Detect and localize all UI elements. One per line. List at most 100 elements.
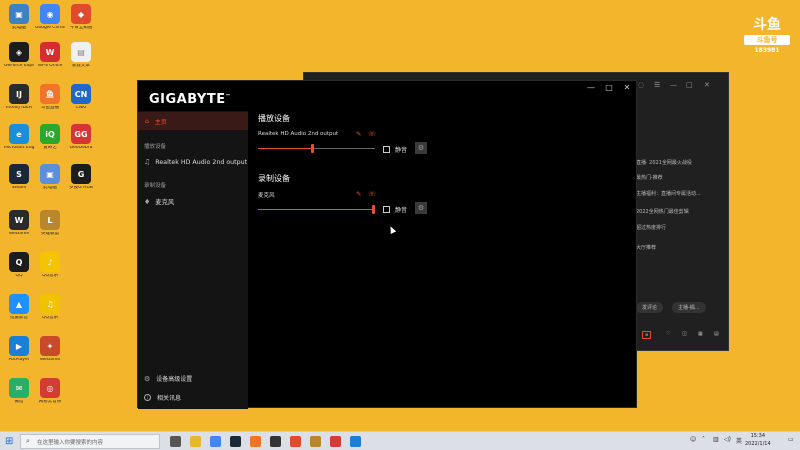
- playback-volume-slider[interactable]: [258, 144, 375, 153]
- notification-icon[interactable]: ▭: [788, 436, 794, 443]
- desktop-icon[interactable]: ◉ Google Chrome: [35, 4, 65, 31]
- game-icon[interactable]: [310, 436, 321, 447]
- music-icon: ♫: [40, 294, 60, 314]
- desktop-icon[interactable]: ♪ QQ音乐: [35, 252, 65, 279]
- people-icon[interactable]: ☺: [690, 436, 696, 443]
- list-item[interactable]: 2022全网热门最佳剪辑: [636, 208, 689, 215]
- desktop-icon-label: 此电脑: [12, 26, 26, 30]
- desktop-icon[interactable]: G 罗技G HUB: [66, 164, 96, 191]
- maximize-icon[interactable]: □: [686, 81, 693, 89]
- title-bar[interactable]: GIGABYTE™ — □ ✕: [138, 81, 636, 109]
- chevron-up-icon[interactable]: ˄: [702, 436, 705, 443]
- taskbar-clock[interactable]: 15:34 2022/1/14: [745, 433, 771, 448]
- recording-mute-checkbox[interactable]: 静音: [383, 205, 407, 214]
- user-chip[interactable]: 主播-橘...: [672, 302, 706, 313]
- network-icon[interactable]: ▥: [713, 436, 719, 443]
- sidebar-item-label: Realtek HD Audio 2nd output: [155, 158, 248, 166]
- checkbox-box[interactable]: [383, 146, 390, 153]
- desktop-icon[interactable]: iQ 爱奇艺: [35, 124, 65, 151]
- steam-icon[interactable]: [230, 436, 241, 447]
- window-icon[interactable]: ◌: [638, 81, 644, 89]
- desktop-icon[interactable]: W WeGame: [4, 210, 34, 237]
- desktop-icon[interactable]: ♫ QQ音乐: [35, 294, 65, 321]
- game-icon: ✦: [40, 336, 60, 356]
- desktop-icon[interactable]: ◎ 网易云音乐: [35, 378, 65, 405]
- gift-icon[interactable]: ▤: [714, 331, 719, 337]
- window-icon[interactable]: ☰: [654, 81, 660, 89]
- text-file-icon: ▤: [71, 42, 91, 62]
- computer-icon: ▣: [40, 164, 60, 184]
- sidebar-item-label: 设备高级设置: [156, 376, 193, 383]
- home-icon: ⌂: [145, 117, 149, 125]
- gigabyte-audio-window: GIGABYTE™ — □ ✕ ⌂ 主页 播放设备 ♫ Realtek HD A…: [137, 80, 637, 409]
- list-item[interactable]: 最热门·推荐: [636, 174, 663, 181]
- desktop-icon[interactable]: Q QQ: [4, 252, 34, 279]
- close-button[interactable]: ✕: [618, 83, 636, 92]
- desktop-icon[interactable]: ✉ 微信: [4, 378, 34, 405]
- gift-icon[interactable]: ♡: [666, 331, 670, 337]
- app-icon[interactable]: [290, 436, 301, 447]
- sidebar-item-advanced[interactable]: ⚙ 设备高级设置: [144, 374, 193, 384]
- list-item[interactable]: 大厅推荐: [636, 244, 656, 251]
- desktop-icon[interactable]: ◈ GeForce Experience: [4, 42, 34, 69]
- playback-mute-checkbox[interactable]: 静音: [383, 145, 407, 154]
- desktop-icon-label: 微信: [14, 400, 24, 404]
- checkbox-box[interactable]: [383, 206, 390, 213]
- windows-start-icon[interactable]: ⊞: [5, 436, 13, 447]
- desktop-icon[interactable]: S Steam: [4, 164, 34, 191]
- phone-icon[interactable]: ☏: [368, 130, 376, 138]
- taskbar-search-input[interactable]: ⌕ 在这里输入你要搜索的内容: [20, 434, 160, 449]
- desktop-icon[interactable]: e Microsoft Edge: [4, 124, 34, 151]
- playback-settings-button[interactable]: ⚙: [415, 142, 427, 154]
- list-item[interactable]: 直播· 2021全网最火战役: [636, 159, 692, 166]
- sidebar-item-home[interactable]: ⌂ 主页: [138, 112, 248, 130]
- list-item[interactable]: 主播福利：直播间专属活动...: [636, 190, 701, 197]
- app-icon[interactable]: [270, 436, 281, 447]
- desktop-icon[interactable]: L 英雄联盟: [35, 210, 65, 237]
- gear-icon: ⚙: [417, 144, 425, 152]
- recording-volume-slider[interactable]: [258, 205, 375, 214]
- mute-label: 静音: [395, 207, 408, 214]
- app-icon: GG: [71, 124, 91, 144]
- desktop-icon[interactable]: ◆ 今日全知道: [66, 4, 96, 31]
- edit-icon[interactable]: ✎: [356, 190, 361, 198]
- list-item[interactable]: 超过热度排行: [636, 224, 666, 231]
- edit-icon[interactable]: ✎: [356, 130, 361, 138]
- file-explorer-icon[interactable]: [190, 436, 201, 447]
- gift-icon[interactable]: ▦: [698, 331, 703, 337]
- minimize-icon[interactable]: —: [670, 81, 677, 89]
- desktop-icon[interactable]: ✦ WeGame: [35, 336, 65, 363]
- desktop-icon[interactable]: IJ IntelliJ IDEA: [4, 84, 34, 111]
- slider-thumb[interactable]: [311, 144, 314, 153]
- netease-icon: ◎: [40, 378, 60, 398]
- netease-icon[interactable]: [330, 436, 341, 447]
- gift-icon[interactable]: ◫: [682, 331, 687, 337]
- sidebar-item-playback-device[interactable]: ♫ Realtek HD Audio 2nd output: [144, 158, 247, 166]
- desktop-icon[interactable]: ▤ 新建文本: [66, 42, 96, 69]
- sidebar-item-record-device[interactable]: ♦ 麦克风: [144, 197, 174, 207]
- task-view-icon[interactable]: [170, 436, 181, 447]
- taskbar: ⊞ ⌕ 在这里输入你要搜索的内容 ☺ ˄ ▥ ◁) 英 15:34 2022/1…: [0, 431, 800, 450]
- chrome-icon[interactable]: [210, 436, 221, 447]
- phone-icon[interactable]: ☏: [368, 190, 376, 198]
- douyu-icon[interactable]: [250, 436, 261, 447]
- volume-icon[interactable]: ◁): [724, 436, 731, 443]
- comment-input[interactable]: 发评论: [636, 302, 664, 313]
- maximize-button[interactable]: □: [600, 83, 618, 92]
- slider-thumb[interactable]: [372, 205, 375, 214]
- desktop-icon[interactable]: ▣ 此电脑: [4, 4, 34, 31]
- desktop-icon[interactable]: 鱼斗鱼直播: [35, 84, 65, 111]
- desktop-icon[interactable]: CN CNKI: [66, 84, 96, 111]
- minimize-button[interactable]: —: [582, 83, 600, 92]
- recording-settings-button[interactable]: ⚙: [415, 202, 427, 214]
- desktop-icon[interactable]: ▣ 此电脑: [35, 164, 65, 191]
- desktop-icon[interactable]: ▲ 迅雷影音: [4, 294, 34, 321]
- app-icon[interactable]: [350, 436, 361, 447]
- desktop-icon[interactable]: GG GeoGebra: [66, 124, 96, 151]
- desktop-icon-label: 罗技G HUB: [69, 186, 93, 190]
- desktop-icon[interactable]: W WPS Office: [35, 42, 65, 69]
- sidebar-item-about[interactable]: i 相关讯息: [144, 393, 181, 402]
- close-icon[interactable]: ✕: [704, 81, 710, 89]
- desktop-icon[interactable]: ▶ PotPlayer: [4, 336, 34, 363]
- ime-icon[interactable]: 英: [736, 436, 742, 445]
